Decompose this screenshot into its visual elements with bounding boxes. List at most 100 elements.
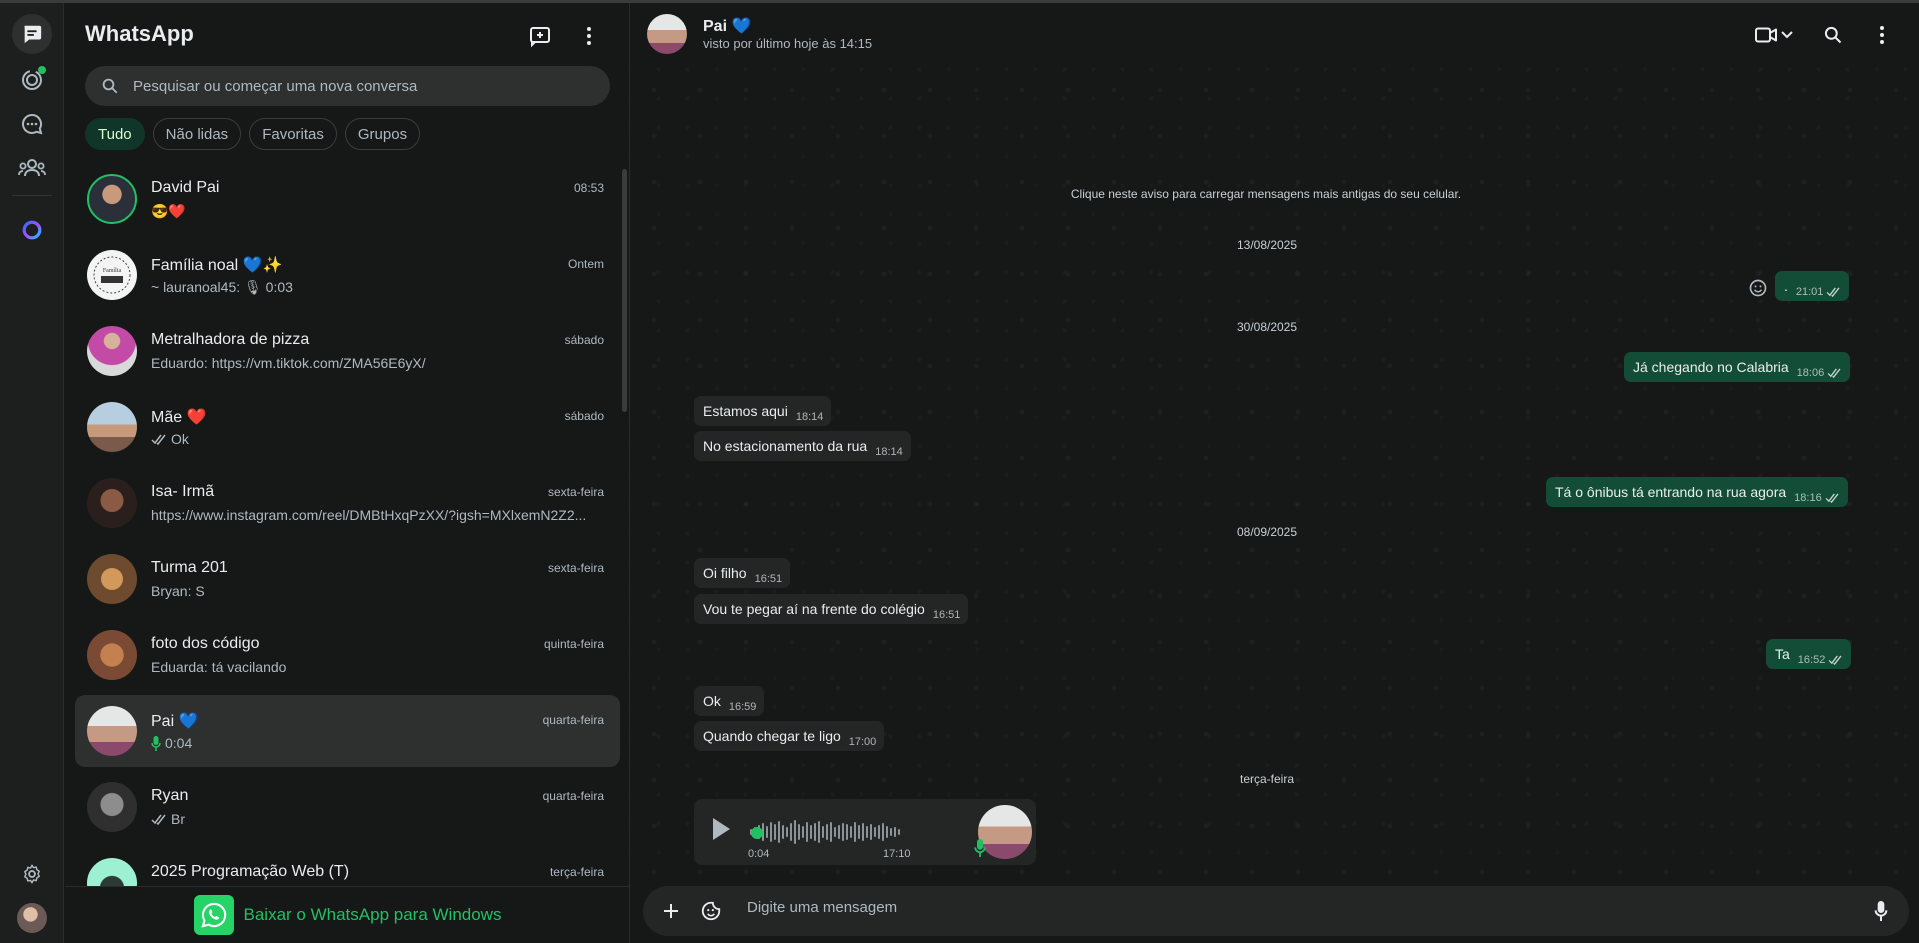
chat-preview: Eduardo: https://vm.tiktok.com/ZMA56E6yX…: [151, 355, 591, 371]
message-text: Vou te pegar aí na frente do colégio: [703, 601, 925, 617]
chat-time: sábado: [564, 409, 604, 423]
chat-row[interactable]: Família Família noal 💙✨ Ontem ~ lauranoa…: [75, 239, 620, 311]
chat-preview-text: https://www.instagram.com/reel/DMBtHxqPz…: [151, 507, 587, 523]
voice-record-button[interactable]: [1867, 897, 1895, 925]
chat-preview: Bryan: S: [151, 583, 591, 599]
chat-row[interactable]: David Pai 08:53 😎❤️: [75, 163, 620, 235]
channels-nav-button[interactable]: [12, 104, 52, 144]
message-bubble-incoming[interactable]: Ok 16:59: [694, 686, 765, 716]
chat-name: foto dos código: [151, 635, 260, 652]
video-call-button[interactable]: [1749, 18, 1799, 52]
chat-preview-text: ~ lauranoal45: 🎙 0:03: [151, 279, 293, 295]
search-icon: [102, 78, 118, 94]
message-input[interactable]: [747, 899, 1747, 916]
voice-mic-badge: [974, 839, 986, 862]
chat-name: David Pai: [151, 179, 220, 196]
chat-row[interactable]: 2025 Programação Web (T) terça-feira: [75, 847, 620, 886]
chat-row[interactable]: Isa- Irmã sexta-feira https://www.instag…: [75, 467, 620, 539]
double-check-icon: [1828, 655, 1842, 665]
message-bubble-outgoing[interactable]: Ta 16:52: [1766, 639, 1852, 669]
message-time-text: 18:16: [1794, 492, 1822, 504]
message-bubble-outgoing[interactable]: . 21:01: [1775, 271, 1850, 301]
double-check-icon: [151, 434, 166, 445]
filter-favorites[interactable]: Favoritas: [249, 118, 337, 150]
communities-nav-button[interactable]: [12, 148, 52, 188]
waveform-bar: [838, 825, 840, 839]
search-input[interactable]: [133, 77, 593, 95]
message-bubble-outgoing[interactable]: Já chegando no Calabria 18:06: [1624, 352, 1851, 382]
message-bubble-incoming[interactable]: Estamos aqui 18:14: [694, 396, 832, 426]
whatsapp-logo-icon: [193, 895, 234, 935]
message-bubble-incoming[interactable]: Oi filho 16:51: [694, 558, 791, 588]
waveform-bar: [862, 823, 864, 841]
app-title: WhatsApp: [85, 21, 194, 46]
sticker-icon: [701, 901, 721, 921]
plus-icon: [664, 904, 678, 918]
status-nav-button[interactable]: [12, 60, 52, 100]
chat-preview-text: 0:04: [165, 735, 193, 751]
mic-icon: [974, 839, 986, 857]
conversation-menu-button[interactable]: [1865, 18, 1899, 52]
chat-preview: 0:04: [151, 735, 591, 751]
double-check-icon: [151, 814, 166, 825]
date-divider: 30/08/2025: [1236, 320, 1298, 334]
filter-unread[interactable]: Não lidas: [152, 118, 242, 150]
message-text: Tá o ônibus tá entrando na rua agora: [1555, 484, 1787, 500]
date-divider: 13/08/2025: [1236, 238, 1298, 252]
waveform-bar: [882, 823, 884, 841]
avatar: [87, 326, 137, 376]
download-windows-banner[interactable]: Baixar o WhatsApp para Windows: [65, 886, 630, 943]
chat-preview-text: Ok: [171, 431, 189, 447]
double-check-icon: [1825, 493, 1839, 503]
conversation-header[interactable]: Pai 💙 visto por último hoje às 14:15: [631, 3, 1919, 67]
message-text: Ta: [1775, 646, 1790, 662]
message-text: Já chegando no Calabria: [1633, 359, 1789, 375]
chat-row[interactable]: Turma 201 sexta-feira Bryan: S: [75, 543, 620, 615]
rail-divider: [12, 195, 52, 196]
profile-avatar[interactable]: [17, 903, 47, 933]
chat-row[interactable]: Ryan quarta-feira Br: [75, 771, 620, 843]
avatar: [87, 478, 137, 528]
voice-message-bubble[interactable]: 0:04 17:10: [694, 799, 1036, 865]
react-emoji-button[interactable]: [1745, 275, 1771, 301]
sticker-button[interactable]: [697, 897, 725, 925]
load-older-messages-notice[interactable]: Clique neste aviso para carregar mensage…: [1056, 187, 1476, 201]
contact-avatar[interactable]: [647, 14, 687, 54]
search-bar[interactable]: [85, 66, 610, 106]
waveform-bar: [830, 822, 832, 842]
waveform-bar: [854, 822, 856, 842]
chat-row[interactable]: Metralhadora de pizza sábado Eduardo: ht…: [75, 315, 620, 387]
filter-groups[interactable]: Grupos: [344, 118, 421, 150]
communities-icon: [18, 159, 46, 177]
message-bubble-outgoing[interactable]: Tá o ônibus tá entrando na rua agora 18:…: [1546, 477, 1848, 507]
conversation-panel: Pai 💙 visto por último hoje às 14:15 Cli…: [631, 3, 1919, 943]
play-button[interactable]: [710, 816, 732, 847]
settings-nav-button[interactable]: [12, 854, 52, 894]
chat-name: Isa- Irmã: [151, 483, 215, 500]
chat-time: quarta-feira: [542, 789, 604, 803]
chat-row[interactable]: Mãe ❤️ sábado Ok: [75, 391, 620, 463]
message-bubble-incoming[interactable]: Quando chegar te ligo 17:00: [694, 721, 885, 751]
chats-nav-button[interactable]: [12, 14, 52, 54]
message-bubble-incoming[interactable]: Vou te pegar aí na frente do colégio 16:…: [694, 594, 969, 624]
meta-ai-button[interactable]: [12, 210, 52, 250]
avatar: [87, 782, 137, 832]
attach-button[interactable]: [657, 897, 685, 925]
waveform-bar: [826, 824, 828, 840]
menu-button[interactable]: [572, 19, 606, 53]
chat-list-scrollbar[interactable]: [622, 169, 627, 412]
voice-waveform[interactable]: [750, 819, 904, 845]
filter-all[interactable]: Tudo: [85, 118, 145, 150]
message-bubble-incoming[interactable]: No estacionamento da rua 18:14: [694, 431, 911, 461]
chat-row-selected[interactable]: Pai 💙 quarta-feira 0:04: [75, 695, 620, 767]
chat-time: sexta-feira: [547, 485, 604, 499]
voice-progress-knob[interactable]: [751, 827, 763, 839]
filter-chips: Tudo Não lidas Favoritas Grupos: [85, 118, 421, 150]
message-time: 16:51: [932, 609, 961, 621]
avatar: [87, 858, 137, 886]
chat-row[interactable]: foto dos código quinta-feira Eduarda: tá…: [75, 619, 620, 691]
conversation-search-button[interactable]: [1816, 18, 1850, 52]
kebab-menu-icon: [1880, 26, 1884, 44]
chat-name: Metralhadora de pizza: [151, 331, 310, 348]
new-chat-button[interactable]: [523, 19, 557, 53]
